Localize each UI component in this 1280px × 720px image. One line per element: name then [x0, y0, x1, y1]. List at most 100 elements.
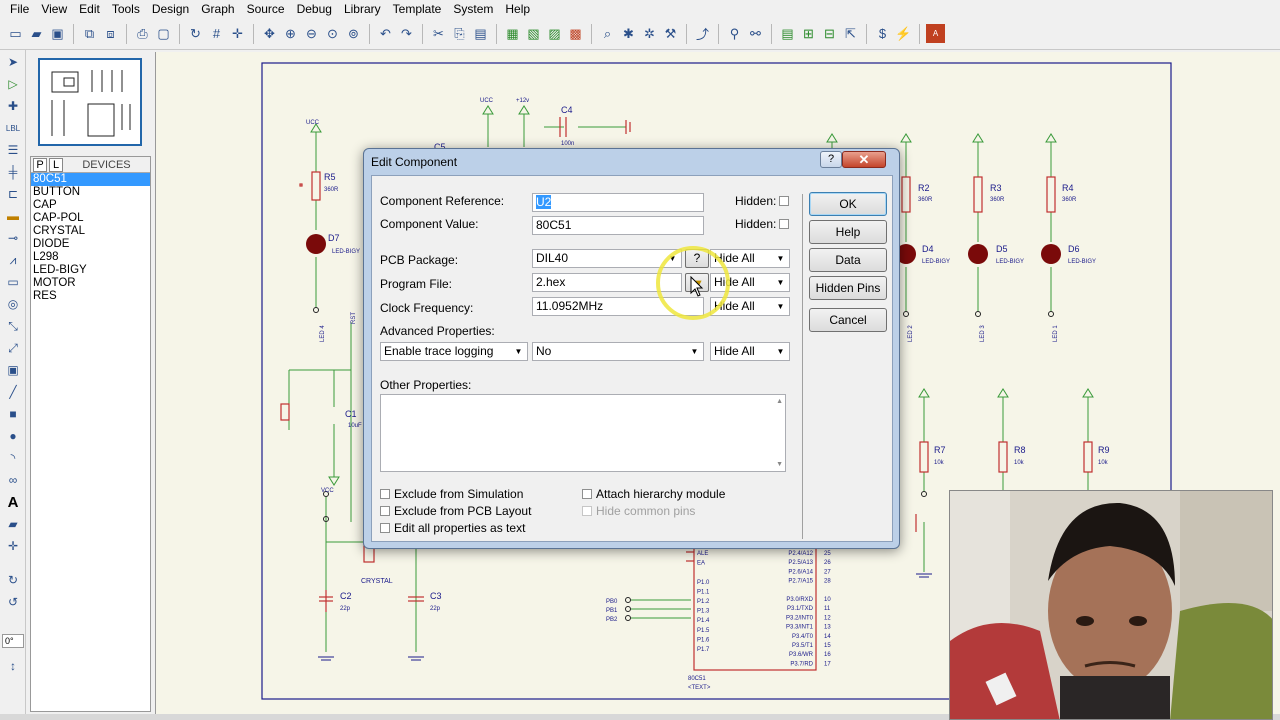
library-manager-tab[interactable]: L	[49, 157, 63, 172]
line-icon[interactable]: ╱	[2, 382, 24, 402]
exclude-simulation-checkbox[interactable]	[380, 489, 390, 499]
menu-graph[interactable]: Graph	[195, 0, 240, 18]
bus-icon[interactable]: ╪	[2, 162, 24, 182]
voltage-probe-icon[interactable]: ⤡	[2, 316, 24, 336]
mirror-vertical-icon[interactable]: ↕	[2, 656, 24, 676]
device-item[interactable]: CAP	[31, 199, 150, 212]
zoom-out-icon[interactable]: ⊖	[302, 24, 321, 43]
selection-mode-icon[interactable]: ➤	[2, 52, 24, 72]
help-button[interactable]: Help	[809, 220, 887, 244]
device-item[interactable]: LED-BIGY	[31, 264, 150, 277]
exit-to-parent-icon[interactable]: ⇱	[841, 24, 860, 43]
current-probe-icon[interactable]: ⤢	[2, 338, 24, 358]
scroll-up-icon[interactable]: ▲	[776, 398, 783, 405]
menu-tools[interactable]: Tools	[106, 0, 146, 18]
zoom-all-icon[interactable]: ⊙	[323, 24, 342, 43]
menu-file[interactable]: File	[4, 0, 35, 18]
cancel-button[interactable]: Cancel	[809, 308, 887, 332]
tape-recorder-icon[interactable]: ▭	[2, 272, 24, 292]
advanced-property-select[interactable]: Enable trace logging ▼	[380, 342, 528, 361]
overview-window[interactable]	[38, 58, 142, 146]
copy-icon[interactable]: ⎘	[450, 24, 469, 43]
symbol-icon[interactable]: ▰	[2, 514, 24, 534]
marker-icon[interactable]: ✛	[2, 536, 24, 556]
print-icon[interactable]: ⎙	[133, 24, 152, 43]
print-area-icon[interactable]: ▢	[154, 24, 173, 43]
rotation-angle-field[interactable]: 0°	[2, 634, 24, 648]
make-device-icon[interactable]: ✱	[619, 24, 638, 43]
box-icon[interactable]: ■	[2, 404, 24, 424]
search-tag-icon[interactable]: ⚲	[725, 24, 744, 43]
wire-label-icon[interactable]: LBL	[2, 118, 24, 138]
exclude-pcb-checkbox[interactable]	[380, 506, 390, 516]
circle-icon[interactable]: ●	[2, 426, 24, 446]
component-value-field[interactable]: 80C51	[532, 216, 704, 235]
device-item[interactable]: BUTTON	[31, 186, 150, 199]
undo-icon[interactable]: ↶	[376, 24, 395, 43]
electrical-check-icon[interactable]: ⚡	[894, 24, 913, 43]
dialog-close-button[interactable]: ✕	[842, 151, 886, 168]
menu-design[interactable]: Design	[146, 0, 195, 18]
menu-view[interactable]: View	[35, 0, 73, 18]
open-folder-icon[interactable]: ▰	[27, 24, 46, 43]
device-item[interactable]: CAP-POL	[31, 212, 150, 225]
menu-system[interactable]: System	[447, 0, 499, 18]
value-hidden-checkbox[interactable]	[779, 219, 789, 229]
text-script-icon[interactable]: ☰	[2, 140, 24, 160]
menu-edit[interactable]: Edit	[73, 0, 106, 18]
text-icon[interactable]: A	[2, 492, 24, 512]
new-file-icon[interactable]: ▭	[6, 24, 25, 43]
import-icon[interactable]: ⧉	[80, 24, 99, 43]
ok-button[interactable]: OK	[809, 192, 887, 216]
device-item[interactable]: MOTOR	[31, 277, 150, 290]
remove-sheet-icon[interactable]: ⊟	[820, 24, 839, 43]
decompose-icon[interactable]: ⚒	[661, 24, 680, 43]
dialog-help-button[interactable]: ?	[820, 151, 842, 168]
other-properties-textarea[interactable]: ▲ ▼	[380, 394, 786, 472]
device-item[interactable]: RES	[31, 290, 150, 303]
zoom-in-icon[interactable]: ⊕	[281, 24, 300, 43]
component-mode-icon[interactable]: ▷	[2, 74, 24, 94]
menu-template[interactable]: Template	[387, 0, 448, 18]
component-reference-field[interactable]: U2	[532, 193, 704, 212]
rotate-clockwise-icon[interactable]: ↻	[2, 570, 24, 590]
device-pins-icon[interactable]: ⊸	[2, 228, 24, 248]
bill-of-materials-icon[interactable]: $	[873, 24, 892, 43]
virtual-instruments-icon[interactable]: ▣	[2, 360, 24, 380]
pan-icon[interactable]: ✥	[260, 24, 279, 43]
menu-source[interactable]: Source	[241, 0, 291, 18]
grid-icon[interactable]: #	[207, 24, 226, 43]
package-tool-icon[interactable]: ✲	[640, 24, 659, 43]
hidden-pins-button[interactable]: Hidden Pins	[809, 276, 887, 300]
path-icon[interactable]: ∞	[2, 470, 24, 490]
redo-icon[interactable]: ↷	[397, 24, 416, 43]
property-assign-icon[interactable]: ⚯	[746, 24, 765, 43]
arc-icon[interactable]: ◝	[2, 448, 24, 468]
advanced-visibility-select[interactable]: Hide All ▼	[710, 342, 790, 361]
paste-icon[interactable]: ▤	[471, 24, 490, 43]
device-item[interactable]: CRYSTAL	[31, 225, 150, 238]
graph-icon[interactable]: ⩘	[2, 250, 24, 270]
terminals-icon[interactable]: ▬	[2, 206, 24, 226]
cut-icon[interactable]: ✂	[429, 24, 448, 43]
generator-icon[interactable]: ◎	[2, 294, 24, 314]
reference-hidden-checkbox[interactable]	[779, 196, 789, 206]
subcircuit-icon[interactable]: ⊏	[2, 184, 24, 204]
origin-icon[interactable]: ✛	[228, 24, 247, 43]
ares-icon[interactable]: A	[926, 24, 945, 43]
block-move-icon[interactable]: ▧	[524, 24, 543, 43]
zoom-area-icon[interactable]: ⊚	[344, 24, 363, 43]
refresh-icon[interactable]: ↻	[186, 24, 205, 43]
scroll-down-icon[interactable]: ▼	[776, 461, 783, 468]
data-button[interactable]: Data	[809, 248, 887, 272]
menu-library[interactable]: Library	[338, 0, 387, 18]
device-item[interactable]: DIODE	[31, 238, 150, 251]
block-delete-icon[interactable]: ▩	[566, 24, 585, 43]
wire-autorouter-icon[interactable]: ⤴	[693, 24, 712, 43]
junction-icon[interactable]: ✚	[2, 96, 24, 116]
advanced-value-select[interactable]: No ▼	[532, 342, 704, 361]
new-sheet-icon[interactable]: ▤	[778, 24, 797, 43]
rotate-anticlockwise-icon[interactable]: ↺	[2, 592, 24, 612]
save-icon[interactable]: ▣	[48, 24, 67, 43]
export-icon[interactable]: ⧈	[101, 24, 120, 43]
